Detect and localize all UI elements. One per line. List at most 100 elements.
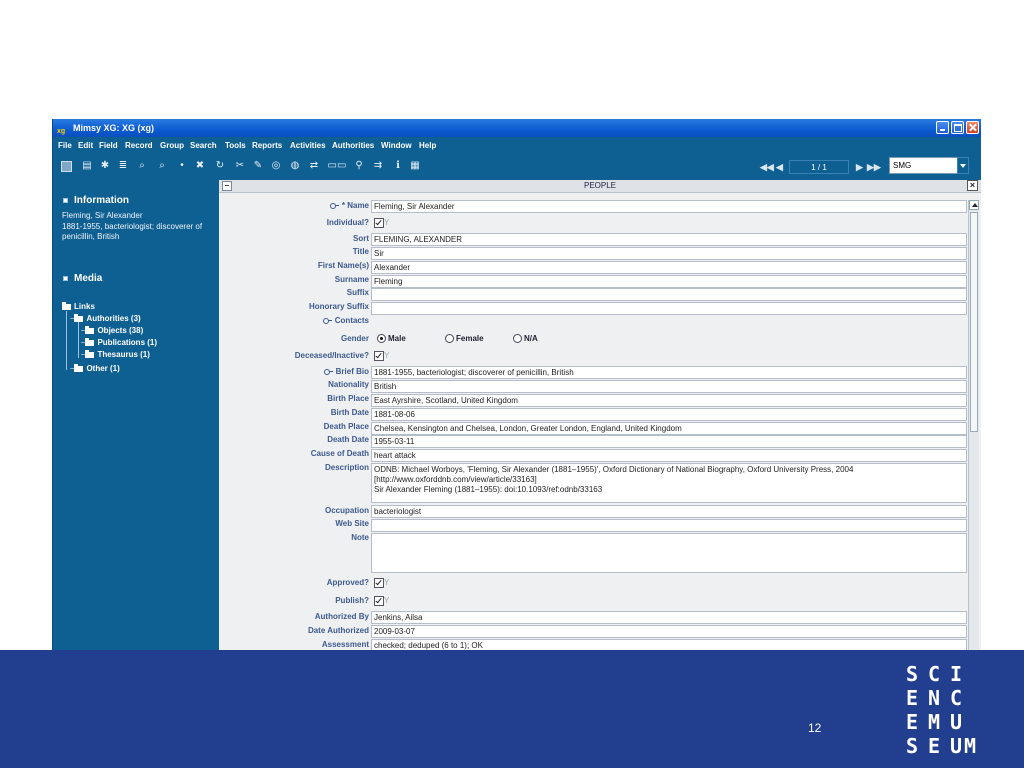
magnify-icon[interactable]: • (176, 160, 188, 172)
brief-bio-field[interactable]: 1881-1955, bacteriologist; discoverer of… (371, 366, 967, 379)
menu-search[interactable]: Search (190, 137, 217, 154)
menu-tools[interactable]: Tools (225, 137, 246, 154)
menu-file[interactable]: File (58, 137, 72, 154)
media-heading[interactable]: Media (63, 273, 102, 284)
date-authorized-field[interactable]: 2009-03-07 (371, 625, 967, 638)
contacts-label[interactable]: Contacts (219, 316, 369, 326)
find-icon[interactable]: ⌕ (136, 160, 148, 172)
edit-icon[interactable]: ✎ (252, 160, 264, 172)
menu-help[interactable]: Help (419, 137, 436, 154)
honorary-suffix-label: Honorary Suffix (308, 302, 369, 311)
people-form: PEOPLE × * Name Fleming, Sir Alexander I… (219, 180, 981, 650)
name-field[interactable]: Fleming, Sir Alexander (371, 200, 967, 213)
menu-edit[interactable]: Edit (78, 137, 93, 154)
bullet-icon (63, 197, 68, 203)
information-text: Fleming, Sir Alexander 1881-1955, bacter… (62, 211, 203, 241)
menu-reports[interactable]: Reports (252, 137, 282, 154)
title-field[interactable]: Sir (371, 247, 967, 260)
folder-icon (74, 363, 84, 372)
hierarchy-icon[interactable]: ⚲ (353, 160, 365, 172)
page-number: 12 (808, 721, 822, 735)
scrollbar-thumb[interactable] (970, 212, 978, 432)
surname-label: Surname (334, 275, 369, 284)
publish-checkbox[interactable] (374, 596, 384, 606)
collapse-button[interactable] (222, 181, 232, 191)
spell-check-icon[interactable]: ✱ (99, 160, 111, 172)
web-site-label: Web Site (335, 519, 369, 528)
vertical-scrollbar[interactable] (968, 200, 979, 650)
surname-field[interactable]: Fleming (371, 275, 967, 288)
tree-objects[interactable]: – Objects (38) (81, 325, 143, 336)
information-heading[interactable]: Information (63, 195, 129, 206)
bullet-icon (63, 275, 68, 281)
tree-thesaurus[interactable]: – Thesaurus (1) (81, 349, 150, 360)
print-icon[interactable]: ▤ (81, 160, 93, 172)
occupation-field[interactable]: bacteriologist (371, 505, 967, 518)
web-site-field[interactable] (371, 519, 967, 532)
tools-icon[interactable]: ✖ (194, 160, 206, 172)
info-icon[interactable]: ℹ (392, 160, 404, 172)
approved-label: Approved? (326, 578, 369, 587)
first-names-field[interactable]: Alexander (371, 261, 967, 274)
authorized-by-label: Authorized By (314, 612, 369, 621)
approved-checkbox[interactable] (374, 578, 384, 588)
individual-checkbox[interactable] (374, 218, 384, 228)
tree-authorities[interactable]: – Authorities (3) (70, 313, 141, 324)
gender-na-radio[interactable] (513, 334, 522, 343)
menu-group[interactable]: Group (160, 137, 184, 154)
gender-male-radio[interactable] (377, 334, 386, 343)
refresh-icon[interactable]: ↻ (214, 160, 226, 172)
suffix-label: Suffix (346, 288, 369, 297)
honorary-suffix-field[interactable] (371, 302, 967, 315)
menu-record[interactable]: Record (125, 137, 153, 154)
tree-links[interactable]: Links (62, 301, 95, 312)
individual-label: Individual? (326, 218, 369, 227)
birth-place-field[interactable]: East Ayrshire, Scotland, United Kingdom (371, 394, 967, 407)
death-date-field[interactable]: 1955-03-11 (371, 435, 967, 448)
key-icon (329, 202, 339, 209)
birth-date-field[interactable]: 1881-08-06 (371, 408, 967, 421)
scroll-up-button[interactable] (969, 200, 979, 210)
grid-icon[interactable]: ▦ (409, 160, 421, 172)
find-next-icon[interactable]: ⌕ (156, 160, 168, 172)
first-record-icon[interactable]: ◀◀ (760, 161, 774, 173)
transfer-icon[interactable]: ⇉ (372, 160, 384, 172)
sort-field[interactable]: FLEMING, ALEXANDER (371, 233, 967, 246)
app-window: xg Mimsy XG: XG (xg) File Edit Field Rec… (52, 119, 981, 650)
ellipsis-icon[interactable]: ▭▭ (326, 160, 348, 172)
description-field[interactable]: ODNB: Michael Worboys, 'Fleming, Sir Ale… (371, 463, 967, 503)
gender-female-radio[interactable] (445, 334, 454, 343)
previous-record-icon[interactable]: ◀ (776, 161, 783, 173)
menu-authorities[interactable]: Authorities (332, 137, 374, 154)
maximize-button[interactable] (951, 121, 964, 134)
menu-activities[interactable]: Activities (290, 137, 326, 154)
assessment-field[interactable]: checked; deduped (6 to 1); OK (371, 639, 967, 650)
menu-window[interactable]: Window (381, 137, 412, 154)
close-form-button[interactable]: × (967, 180, 978, 191)
minimize-button[interactable] (936, 121, 949, 134)
attach-icon[interactable]: ✂ (234, 160, 246, 172)
globe-icon[interactable]: ◍ (289, 160, 301, 172)
title-label: Title (352, 247, 369, 256)
cause-of-death-field[interactable]: heart attack (371, 449, 967, 462)
birth-place-label: Birth Place (327, 394, 369, 403)
note-field[interactable] (371, 533, 967, 573)
nationality-field[interactable]: British (371, 380, 967, 393)
death-place-field[interactable]: Chelsea, Kensington and Chelsea, London,… (371, 422, 967, 435)
next-record-icon[interactable]: ▶ (856, 161, 863, 173)
tree-publications[interactable]: – Publications (1) (81, 337, 157, 348)
tree-other[interactable]: – Other (1) (70, 363, 120, 374)
list-icon[interactable]: ≣ (117, 160, 129, 172)
deceased-checkbox[interactable] (374, 351, 384, 361)
target-icon[interactable]: ◎ (270, 160, 282, 172)
suffix-field[interactable] (371, 288, 967, 301)
last-record-icon[interactable]: ▶▶ (867, 161, 881, 173)
link-icon[interactable]: ⇄ (308, 160, 320, 172)
authorized-by-field[interactable]: Jenkins, Ailsa (371, 611, 967, 624)
description-line: ODNB: Michael Worboys, 'Fleming, Sir Ale… (374, 465, 854, 484)
folder-icon (62, 301, 71, 310)
close-window-button[interactable] (966, 121, 979, 134)
chevron-down-icon[interactable] (957, 157, 969, 174)
new-record-icon[interactable] (61, 161, 72, 172)
menu-field[interactable]: Field (99, 137, 118, 154)
